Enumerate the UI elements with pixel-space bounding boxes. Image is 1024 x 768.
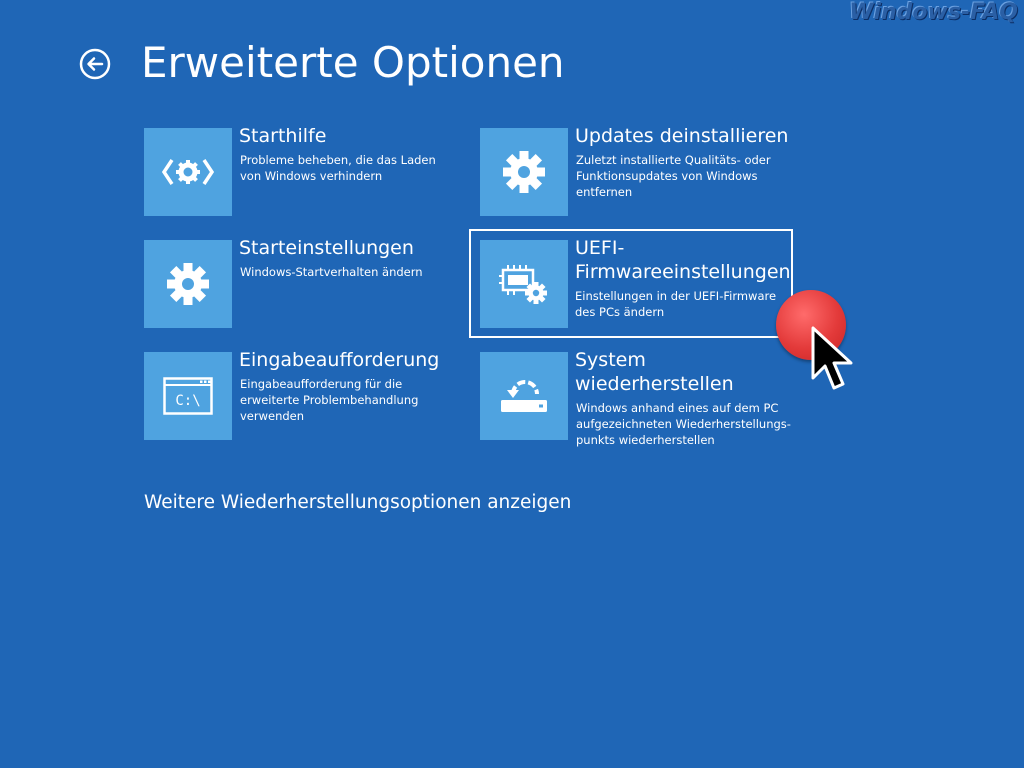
tile-title-line1: UEFI- [575,237,625,259]
tile-icon-box [480,240,568,328]
mouse-pointer-icon [811,326,855,401]
watermark-logo: Windows-FAQ [849,0,1018,25]
page-title: Erweiterte Optionen [141,38,565,87]
tile-icon-box: C:\ [144,352,232,440]
tile-startup-settings[interactable]: Starteinstellungen Windows-Startverhalte… [144,237,464,340]
tile-description: Zuletzt installierte Qualitäts- oder Fun… [576,153,771,199]
tile-system-restore[interactable]: System wiederherstellen Windows anhand e… [480,349,800,452]
tile-description: Probleme beheben, die das Laden von Wind… [240,153,436,183]
tile-title: Starthilfe [239,125,327,147]
gear-icon [503,151,545,193]
tile-uninstall-updates[interactable]: Updates deinstallieren Zuletzt installie… [480,125,800,228]
tile-description: Einstellungen in der UEFI-Firmware des P… [575,289,777,319]
advanced-options-screen: Windows-FAQ Erweiterte Optionen Starthil… [0,0,1024,768]
tile-description: Eingabeaufforderung für die erweiterte P… [240,377,419,423]
back-arrow-circle-icon [79,48,111,80]
firmware-chip-gear-icon [499,265,547,304]
tile-title-line2: Firmwareeinstellungen [575,261,791,283]
tile-startup-repair[interactable]: Starthilfe Probleme beheben, die das Lad… [144,125,464,228]
tile-title: Eingabeaufforderung [239,349,440,371]
more-recovery-options-link[interactable]: Weitere Wiederherstellungsoptionen anzei… [144,492,571,513]
tile-icon-box [480,128,568,216]
tile-icon-box [144,128,232,216]
system-restore-icon [501,380,547,412]
tile-icon-box [144,240,232,328]
command-prompt-icon-text: C:\ [175,393,200,409]
tile-title: System wiederherstellen [575,348,790,396]
tile-description: Windows anhand eines auf dem PC aufgezei… [576,401,791,447]
tile-title-line1: System [575,349,646,371]
command-prompt-icon: C:\ [163,377,213,415]
tile-title: UEFI- Firmwareeinstellungen [575,236,791,284]
gear-icon [167,263,209,305]
startup-repair-icon [162,159,214,185]
tile-title: Updates deinstallieren [575,125,789,147]
tile-description: Windows-Startverhalten ändern [240,265,423,279]
tile-uefi-firmware-settings[interactable]: UEFI- Firmwareeinstellungen Einstellunge… [469,229,793,338]
tile-icon-box [480,352,568,440]
tile-title-line2: wiederherstellen [575,373,734,395]
tile-command-prompt[interactable]: C:\ Eingabeaufforderung Eingabeaufforder… [144,349,464,452]
back-button[interactable] [79,48,111,80]
tile-title: Starteinstellungen [239,237,414,259]
